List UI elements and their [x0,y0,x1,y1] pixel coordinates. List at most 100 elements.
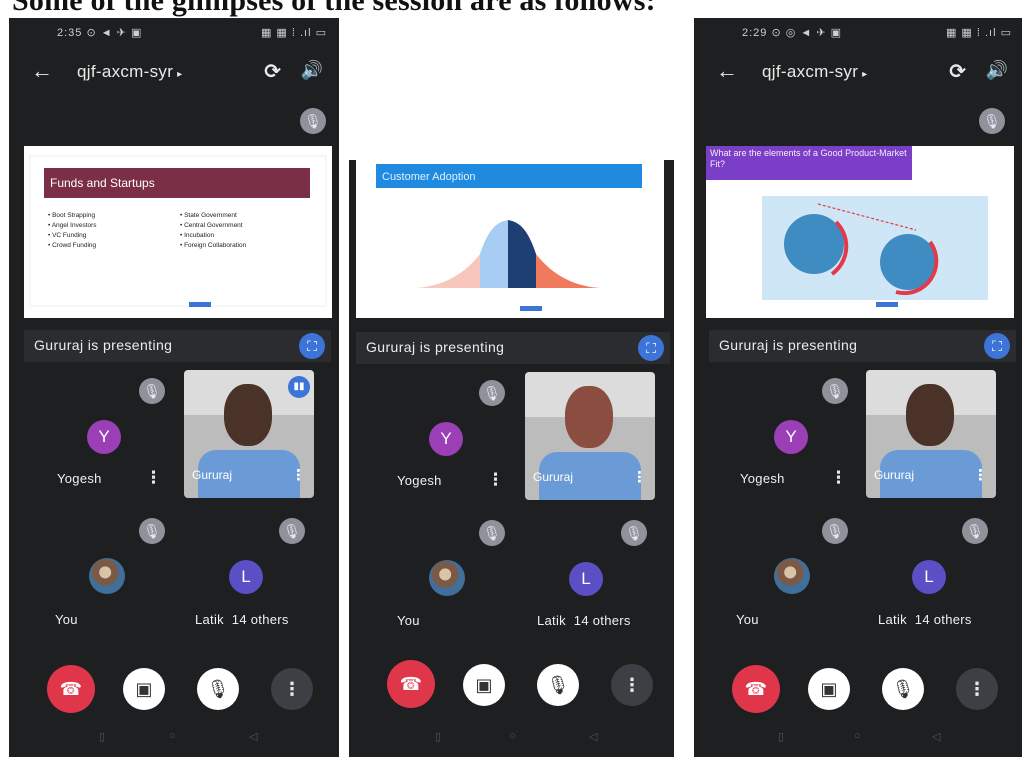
speaker-icon[interactable]: 🔊 [301,60,323,81]
back-arrow-icon[interactable]: ← [716,58,738,84]
recents-icon[interactable]: ▯ [778,730,784,743]
avatar-yogesh: Y [87,420,121,454]
presenting-bar: Gururaj is presenting ⛶ [356,332,670,364]
participant-name-latik: Latik 14 others [878,612,972,627]
video-name-gururaj: Gururaj [874,468,915,482]
fullscreen-icon[interactable]: ⛶ [299,333,325,359]
others-count: 14 others [573,613,631,628]
mic-off-icon: 🎙 [621,520,647,546]
avatar-yogesh: Y [429,422,463,456]
video-person [565,386,613,448]
mic-off-button[interactable]: 🎙 [197,668,239,710]
recents-icon[interactable]: ▯ [99,730,105,743]
curve-segment [508,220,536,288]
speaking-indicator-icon: ▮▮ [288,376,310,398]
page-caption: Some of the glimpses of the session are … [12,0,656,17]
participant-name-you: You [397,613,420,628]
mic-off-icon: 🎙 [479,520,505,546]
fullscreen-icon[interactable]: ⛶ [984,333,1010,359]
end-call-button[interactable]: ☎ [387,660,435,708]
presenting-label: Gururaj is presenting [34,337,173,353]
avatar-latik: L [912,560,946,594]
more-icon[interactable]: ⋮ [487,470,504,490]
caret-right-icon: ▸ [862,69,868,80]
mic-off-icon: 🎙 [279,518,305,544]
back-nav-icon[interactable]: ◁ [589,730,597,743]
video-person [224,384,272,446]
status-right: ▦ ▦ ⁞ .ıl ▭ [260,27,327,39]
more-options-button[interactable]: ⋮ [611,664,653,706]
participant-name-latik: Latik 14 others [195,612,289,627]
video-tile-gururaj[interactable]: Gururaj ⋮ [866,370,996,498]
back-arrow-icon[interactable]: ← [31,58,53,84]
end-call-button[interactable]: ☎ [732,665,780,713]
participant-name-yogesh: Yogesh [57,471,102,486]
more-options-button[interactable]: ⋮ [956,668,998,710]
speaker-icon[interactable]: 🔊 [986,60,1008,81]
end-call-button[interactable]: ☎ [47,665,95,713]
caret-right-icon: ▸ [177,69,183,80]
more-icon[interactable]: ⋮ [632,468,647,486]
shared-slide: Customer Adoption [356,160,664,318]
mic-off-button[interactable]: 🎙 [882,668,924,710]
participant-name-yogesh: Yogesh [740,471,785,486]
status-left: 2:35 ⊙ ◄ ✈ ▣ [57,27,143,39]
camera-off-button[interactable]: ▣ [123,668,165,710]
meeting-code[interactable]: qjf-axcm-syr ▸ [77,62,182,82]
more-options-button[interactable]: ⋮ [271,668,313,710]
meet-screen-3: 2:29 ⊙ ◎ ◄ ✈ ▣ ▦ ▦ ⁞ .ıl ▭ ← qjf-axcm-sy… [694,18,1022,757]
latik-name: Latik [878,612,907,627]
shared-slide: Funds and Startups • Boot Strapping • An… [24,146,332,318]
nav-bar: ▯ ○ ◁ [349,718,674,757]
camera-switch-icon[interactable]: ⟳ [264,59,281,84]
home-icon[interactable]: ○ [854,730,861,742]
avatar-yogesh: Y [774,420,808,454]
slide-graphic: Funds and Startups • Boot Strapping • An… [29,155,327,307]
slide-bullet: • State Government [180,212,237,219]
presenting-bar: Gururaj is presenting ⛶ [24,330,331,362]
back-nav-icon[interactable]: ◁ [932,730,940,743]
more-icon[interactable]: ⋮ [145,468,162,488]
recents-icon[interactable]: ▯ [435,730,441,743]
slide-pager [189,302,211,307]
participant-name-latik: Latik 14 others [537,613,631,628]
home-icon[interactable]: ○ [509,730,516,742]
slide-pager [520,306,542,311]
mic-off-button[interactable]: 🎙 [537,664,579,706]
presenting-label: Gururaj is presenting [366,339,505,355]
nav-bar: ▯ ○ ◁ [9,718,339,757]
slide-graphic: What are the elements of a Good Product-… [706,146,988,307]
participant-name-you: You [55,612,78,627]
mic-off-icon: 🎙 [962,518,988,544]
slide-bullet: • Angel Investors [48,222,97,229]
curve-segment [480,220,508,288]
app-bar: ← qjf-axcm-syr ▸ ⟳ 🔊 [694,56,1022,90]
slide-bullet: • Crowd Funding [48,242,97,249]
video-person [906,384,954,446]
others-count: 14 others [914,612,972,627]
slide-bullet: • Incubation [180,232,214,239]
video-tile-gururaj[interactable]: Gururaj ⋮ [525,372,655,500]
home-icon[interactable]: ○ [169,730,176,742]
avatar-you [429,560,465,596]
video-name-gururaj: Gururaj [533,470,574,484]
more-icon[interactable]: ⋮ [830,468,847,488]
avatar-you [774,558,810,594]
slide-title: Funds and Startups [50,176,155,190]
mic-off-icon: 🎙 [822,518,848,544]
back-nav-icon[interactable]: ◁ [249,730,257,743]
mic-off-icon: 🎙 [479,380,505,406]
camera-switch-icon[interactable]: ⟳ [949,59,966,84]
meet-screen-2: Customer Adoption Gururaj is presenting … [349,160,674,757]
meeting-code[interactable]: qjf-axcm-syr ▸ [762,62,867,82]
presenting-label: Gururaj is presenting [719,337,858,353]
video-tile-gururaj[interactable]: Gururaj ⋮ ▮▮ [184,370,314,498]
more-icon[interactable]: ⋮ [973,466,988,484]
fullscreen-icon[interactable]: ⛶ [638,335,664,361]
camera-off-button[interactable]: ▣ [808,668,850,710]
slide-bullet: • Boot Strapping [48,212,95,219]
curve-segment [416,254,480,288]
more-icon[interactable]: ⋮ [291,466,306,484]
camera-off-button[interactable]: ▣ [463,664,505,706]
slide-bullet: • VC Funding [48,232,87,239]
